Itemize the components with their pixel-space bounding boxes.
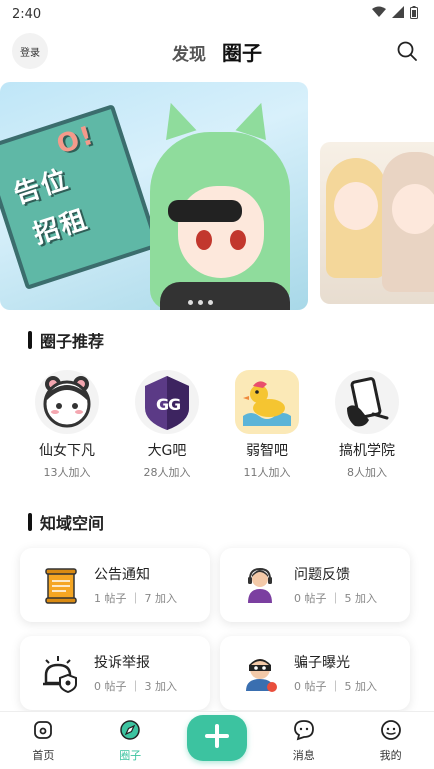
zone-card-feedback[interactable]: 问题反馈 0 帖子 ｜ 5 加入 [220, 548, 410, 622]
zone-name: 公告通知 [94, 567, 150, 583]
tab-messages-label: 消息 [292, 748, 315, 762]
carousel-dot [208, 300, 213, 305]
title-bar [28, 331, 32, 349]
sunglasses [168, 200, 242, 222]
wifi-icon [372, 6, 386, 22]
zone-meta: 0 帖子 ｜ 3 加入 [94, 680, 177, 693]
banner-carousel[interactable]: 告位 招租 O! [0, 82, 434, 318]
zones-title-text: 知域空间 [40, 514, 105, 533]
tab-home-label: 首页 [32, 748, 55, 762]
character-eye-left [196, 230, 212, 250]
phone-hand-icon [335, 370, 399, 434]
tab-home[interactable]: 首页 [13, 719, 73, 763]
zone-text: 公告通知 1 帖子 ｜ 7 加入 [94, 564, 177, 606]
search-icon[interactable] [396, 40, 418, 62]
compass-icon [119, 719, 141, 744]
section-recommend-title: 圈子推荐 [0, 328, 434, 352]
scroll-icon [36, 561, 84, 609]
circle-count: 11人加入 [243, 466, 291, 479]
zones-grid: 公告通知 1 帖子 ｜ 7 加入 问题反馈 0 帖子 ｜ 5 加入 投诉举报 0… [0, 548, 434, 710]
tab-circle-nav[interactable]: 圈子 [100, 719, 160, 763]
home-icon [32, 719, 54, 744]
status-bar: 2:40 [0, 0, 434, 28]
zone-meta: 1 帖子 ｜ 7 加入 [94, 592, 177, 605]
support-agent-icon [236, 561, 284, 609]
duck-icon [235, 370, 299, 434]
zone-card-scammer[interactable]: 骗子曝光 0 帖子 ｜ 5 加入 [220, 636, 410, 710]
circle-item-tech[interactable]: 搞机学院 8人加入 [324, 370, 410, 480]
publish-button[interactable] [186, 714, 247, 761]
recommend-title-text: 圈子推荐 [40, 332, 105, 351]
cat-ear-left [155, 97, 197, 141]
carousel-dot [198, 300, 203, 305]
tab-circle-label: 圈子 [119, 748, 142, 762]
status-time: 2:40 [12, 6, 42, 22]
circle-name: 仙女下凡 [39, 443, 95, 459]
banner-slide-main[interactable]: 告位 招租 O! [0, 82, 308, 310]
side-character-2-face [392, 184, 434, 234]
alarm-shield-icon [36, 649, 84, 697]
carousel-dots [188, 300, 213, 305]
zone-card-complaint[interactable]: 投诉举报 0 帖子 ｜ 3 加入 [20, 636, 210, 710]
zone-meta: 0 帖子 ｜ 5 加入 [294, 680, 377, 693]
zone-card-announcement[interactable]: 公告通知 1 帖子 ｜ 7 加入 [20, 548, 210, 622]
smiley-face-icon [380, 719, 402, 744]
circle-count: 13人加入 [43, 466, 91, 479]
zone-text: 投诉举报 0 帖子 ｜ 3 加入 [94, 652, 177, 694]
tab-publish[interactable] [186, 714, 247, 767]
zone-text: 问题反馈 0 帖子 ｜ 5 加入 [294, 564, 377, 606]
circle-name: 大G吧 [147, 443, 187, 459]
circle-item-fairy[interactable]: 仙女下凡 13人加入 [24, 370, 110, 480]
character-eye-right [230, 230, 246, 250]
bear-face-icon [35, 370, 99, 434]
top-header: 登录 发现 圈子 [0, 28, 434, 74]
zone-name: 骗子曝光 [294, 655, 350, 671]
carousel-dot [188, 300, 193, 305]
chat-bubble-icon [293, 719, 315, 744]
tab-circle[interactable]: 圈子 [222, 37, 262, 66]
gg-shield-icon: G G [135, 370, 199, 434]
section-zones-title: 知域空间 [0, 510, 434, 534]
banner-sign-line2: 招租 [29, 204, 93, 251]
tab-profile-label: 我的 [379, 748, 402, 762]
circle-name: 搞机学院 [339, 443, 395, 459]
circle-item-silly[interactable]: 弱智吧 11人加入 [224, 370, 310, 480]
circle-name: 弱智吧 [246, 443, 288, 459]
header-tabs: 发现 圈子 [172, 37, 262, 66]
thief-icon [236, 649, 284, 697]
tab-discover[interactable]: 发现 [172, 40, 206, 65]
zone-name: 投诉举报 [94, 655, 150, 671]
character-outfit [160, 282, 290, 310]
recommend-circles: 仙女下凡 13人加入 G G 大G吧 28人加入 弱智吧 11人加入 搞机学院 … [0, 370, 434, 480]
zone-name: 问题反馈 [294, 567, 350, 583]
circle-count: 8人加入 [347, 466, 387, 479]
banner-slide-next[interactable] [320, 142, 434, 304]
login-button[interactable]: 登录 [12, 33, 48, 69]
zone-text: 骗子曝光 0 帖子 ｜ 5 加入 [294, 652, 377, 694]
banner-sign-line1: 告位 [10, 164, 73, 211]
circle-item-bigg[interactable]: G G 大G吧 28人加入 [124, 370, 210, 480]
bottom-tab-bar: 首页 圈子 消息 我的 [0, 711, 434, 769]
banner-sign: 告位 招租 O! [0, 104, 160, 290]
plus-icon [204, 723, 230, 752]
tab-profile[interactable]: 我的 [361, 719, 421, 763]
banner-sign-ok: O! [53, 120, 99, 161]
battery-icon [410, 5, 418, 23]
title-bar [28, 513, 32, 531]
svg-text:G: G [168, 395, 181, 414]
zone-meta: 0 帖子 ｜ 5 加入 [294, 592, 377, 605]
status-icons [372, 5, 418, 23]
side-character-1-face [334, 182, 378, 230]
tab-messages[interactable]: 消息 [274, 719, 334, 763]
signal-icon [392, 6, 404, 22]
circle-count: 28人加入 [143, 466, 191, 479]
